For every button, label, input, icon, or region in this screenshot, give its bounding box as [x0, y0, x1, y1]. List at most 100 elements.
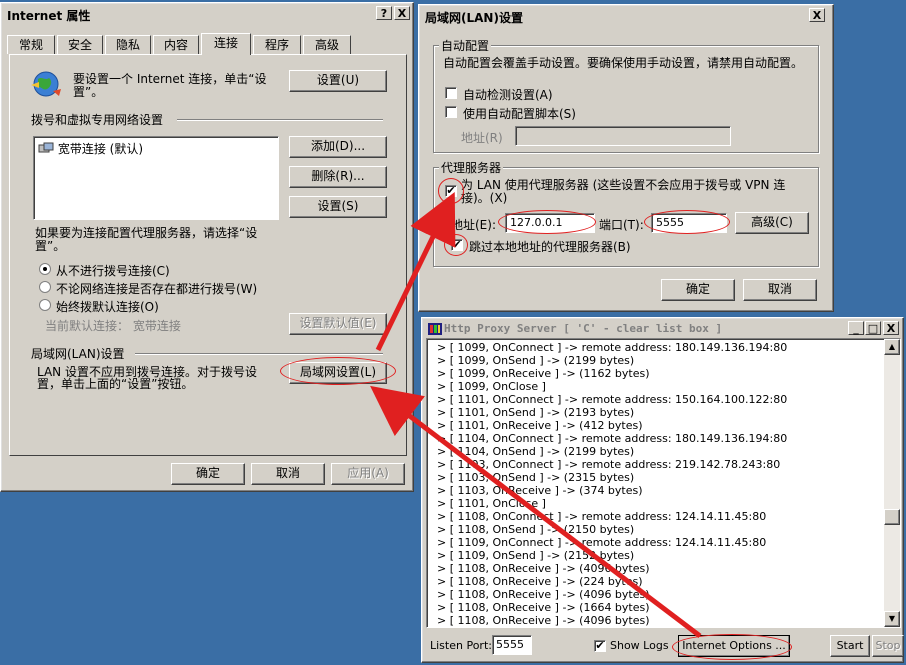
close-button[interactable]: X	[883, 321, 899, 335]
scroll-up-button[interactable]: ▲	[884, 339, 900, 355]
script-address-label: 地址(R)	[461, 131, 503, 145]
advanced-button[interactable]: 高级(C)	[735, 212, 809, 234]
set-default-button[interactable]: 设置默认值(E)	[289, 313, 387, 335]
app-icon	[428, 323, 442, 335]
internet-options-button[interactable]: Internet Options ...	[678, 635, 790, 657]
broadband-connection-icon	[38, 142, 54, 153]
auto-script-label[interactable]: 使用自动配置脚本(S)	[463, 105, 576, 122]
log-line: > [ 1099, OnReceive ] -> (1162 bytes)	[437, 367, 650, 380]
current-default-label: 当前默认连接： 宽带连接	[45, 319, 181, 333]
use-proxy-label[interactable]: 为 LAN 使用代理服务器 (这些设置不会应用于拨号或 VPN 连接)。(X)	[461, 179, 811, 205]
cancel-button[interactable]: 取消	[251, 463, 325, 485]
log-line: > [ 1108, OnReceive ] -> (4096 bytes)	[437, 614, 650, 627]
scroll-down-button[interactable]: ▼	[884, 611, 900, 627]
radio-never-dial-label[interactable]: 从不进行拨号连接(C)	[56, 262, 170, 279]
remove-button[interactable]: 删除(R)...	[289, 166, 387, 188]
log-line: > [ 1101, OnReceive ] -> (412 bytes)	[437, 419, 643, 432]
auto-config-description: 自动配置会覆盖手动设置。要确保使用手动设置，请禁用自动配置。	[443, 56, 804, 70]
log-line: > [ 1101, OnSend ] -> (2193 bytes)	[437, 406, 635, 419]
apply-button[interactable]: 应用(A)	[331, 463, 405, 485]
window-title: Http Proxy Server [ 'C' - clear list box…	[444, 322, 723, 335]
script-address-input[interactable]	[515, 126, 731, 146]
proxy-port-input[interactable]: 5555	[651, 213, 727, 233]
tab-connections[interactable]: 连接	[201, 33, 251, 55]
show-logs-label[interactable]: Show Logs	[610, 639, 669, 652]
title-bar[interactable]: Http Proxy Server [ 'C' - clear list box…	[424, 320, 901, 338]
log-line: > [ 1108, OnSend ] -> (2150 bytes)	[437, 523, 635, 536]
proxy-server-legend: 代理服务器	[439, 159, 504, 176]
internet-properties-window: Internet 属性 ? X 常规 安全 隐私 内容 连接 程序 高级 要设置…	[0, 2, 414, 492]
internet-connection-icon	[31, 71, 61, 97]
listen-port-input[interactable]: 5555	[492, 635, 532, 655]
radio-always-dial[interactable]	[39, 299, 51, 311]
cancel-button[interactable]: 取消	[743, 279, 817, 301]
dialup-section-divider	[177, 119, 383, 121]
tab-programs[interactable]: 程序	[253, 35, 301, 54]
window-title: 局域网(LAN)设置	[425, 11, 523, 25]
help-button[interactable]: ?	[376, 6, 392, 20]
log-line: > [ 1099, OnConnect ] -> remote address:…	[437, 341, 788, 354]
proxy-hint-text: 如果要为连接配置代理服务器，请选择“设置”。	[35, 226, 258, 253]
auto-detect-label[interactable]: 自动检测设置(A)	[463, 86, 553, 103]
minimize-button[interactable]: _	[848, 321, 864, 335]
lan-section-divider	[135, 353, 383, 355]
dialup-section-label: 拨号和虚拟专用网络设置	[31, 113, 164, 127]
tab-privacy[interactable]: 隐私	[105, 35, 151, 54]
auto-detect-checkbox[interactable]	[445, 87, 457, 99]
use-proxy-checkbox[interactable]: ✔	[445, 185, 457, 197]
log-line: > [ 1108, OnReceive ] -> (4096 bytes)	[437, 562, 650, 575]
dialup-item-label: 宽带连接 (默认)	[57, 142, 144, 156]
log-line: > [ 1101, OnConnect ] -> remote address:…	[437, 393, 788, 406]
log-line: > [ 1109, OnSend ] -> (2152 bytes)	[437, 549, 635, 562]
auto-config-legend: 自动配置	[439, 37, 492, 54]
radio-dial-whenever-label[interactable]: 不论网络连接是否存在都进行拨号(W)	[56, 280, 257, 297]
dialup-connections-list[interactable]: 宽带连接 (默认)	[33, 136, 279, 220]
tab-security[interactable]: 安全	[57, 35, 103, 54]
radio-dial-whenever[interactable]	[39, 281, 51, 293]
log-line: > [ 1099, OnSend ] -> (2199 bytes)	[437, 354, 635, 367]
ok-button[interactable]: 确定	[171, 463, 245, 485]
title-bar[interactable]: Internet 属性 ? X	[3, 5, 411, 23]
maximize-button[interactable]: □	[865, 321, 881, 335]
log-line: > [ 1103, OnConnect ] -> remote address:…	[437, 458, 781, 471]
start-button[interactable]: Start	[830, 635, 870, 657]
radio-never-dial[interactable]	[39, 263, 51, 275]
scroll-thumb[interactable]	[884, 509, 900, 525]
log-line: > [ 1108, OnReceive ] -> (1664 bytes)	[437, 601, 650, 614]
proxy-address-label: 地址(E):	[451, 218, 496, 232]
log-line: > [ 1108, OnConnect ] -> remote address:…	[437, 510, 767, 523]
radio-always-dial-label[interactable]: 始终拨默认连接(O)	[56, 298, 159, 315]
log-line: > [ 1103, OnReceive ] -> (374 bytes)	[437, 484, 643, 497]
ok-button[interactable]: 确定	[661, 279, 735, 301]
auto-script-checkbox[interactable]	[445, 106, 457, 118]
show-logs-checkbox[interactable]: ✔	[594, 640, 606, 652]
lan-section-label: 局域网(LAN)设置	[31, 347, 125, 361]
bypass-local-checkbox[interactable]: ✔	[451, 239, 463, 251]
log-list-box[interactable]: > [ 1099, OnConnect ] -> remote address:…	[426, 338, 901, 628]
log-line: > [ 1099, OnClose ]	[437, 380, 546, 393]
close-button[interactable]: X	[394, 6, 410, 20]
list-item[interactable]: 宽带连接 (默认)	[38, 140, 143, 157]
setup-button[interactable]: 设置(U)	[289, 70, 387, 92]
http-proxy-server-window: Http Proxy Server [ 'C' - clear list box…	[421, 317, 904, 663]
log-line: > [ 1104, OnConnect ] -> remote address:…	[437, 432, 788, 445]
current-default-value: 宽带连接	[132, 319, 181, 333]
proxy-address-input[interactable]: 127.0.0.1	[505, 213, 595, 233]
log-line: > [ 1108, OnReceive ] -> (4096 bytes)	[437, 588, 650, 601]
vertical-scrollbar[interactable]: ▲ ▼	[884, 339, 900, 627]
tab-advanced[interactable]: 高级	[303, 35, 351, 54]
close-button[interactable]: X	[809, 8, 825, 22]
stop-button[interactable]: Stop	[872, 635, 904, 657]
log-line: > [ 1108, OnReceive ] -> (224 bytes)	[437, 575, 643, 588]
lan-settings-window: 局域网(LAN)设置 X 自动配置 自动配置会覆盖手动设置。要确保使用手动设置，…	[418, 4, 834, 312]
log-line: > [ 1101, OnClose ]	[437, 497, 546, 510]
title-bar[interactable]: 局域网(LAN)设置 X	[421, 7, 831, 25]
listen-port-label: Listen Port:	[430, 639, 492, 652]
lan-settings-button[interactable]: 局域网设置(L)	[289, 362, 387, 384]
tab-general[interactable]: 常规	[7, 35, 55, 54]
intro-text: 要设置一个 Internet 连接，单击“设置”。	[73, 72, 267, 99]
bypass-local-label[interactable]: 跳过本地地址的代理服务器(B)	[469, 238, 631, 255]
settings-button[interactable]: 设置(S)	[289, 196, 387, 218]
add-button[interactable]: 添加(D)...	[289, 136, 387, 158]
tab-content[interactable]: 内容	[153, 35, 199, 54]
